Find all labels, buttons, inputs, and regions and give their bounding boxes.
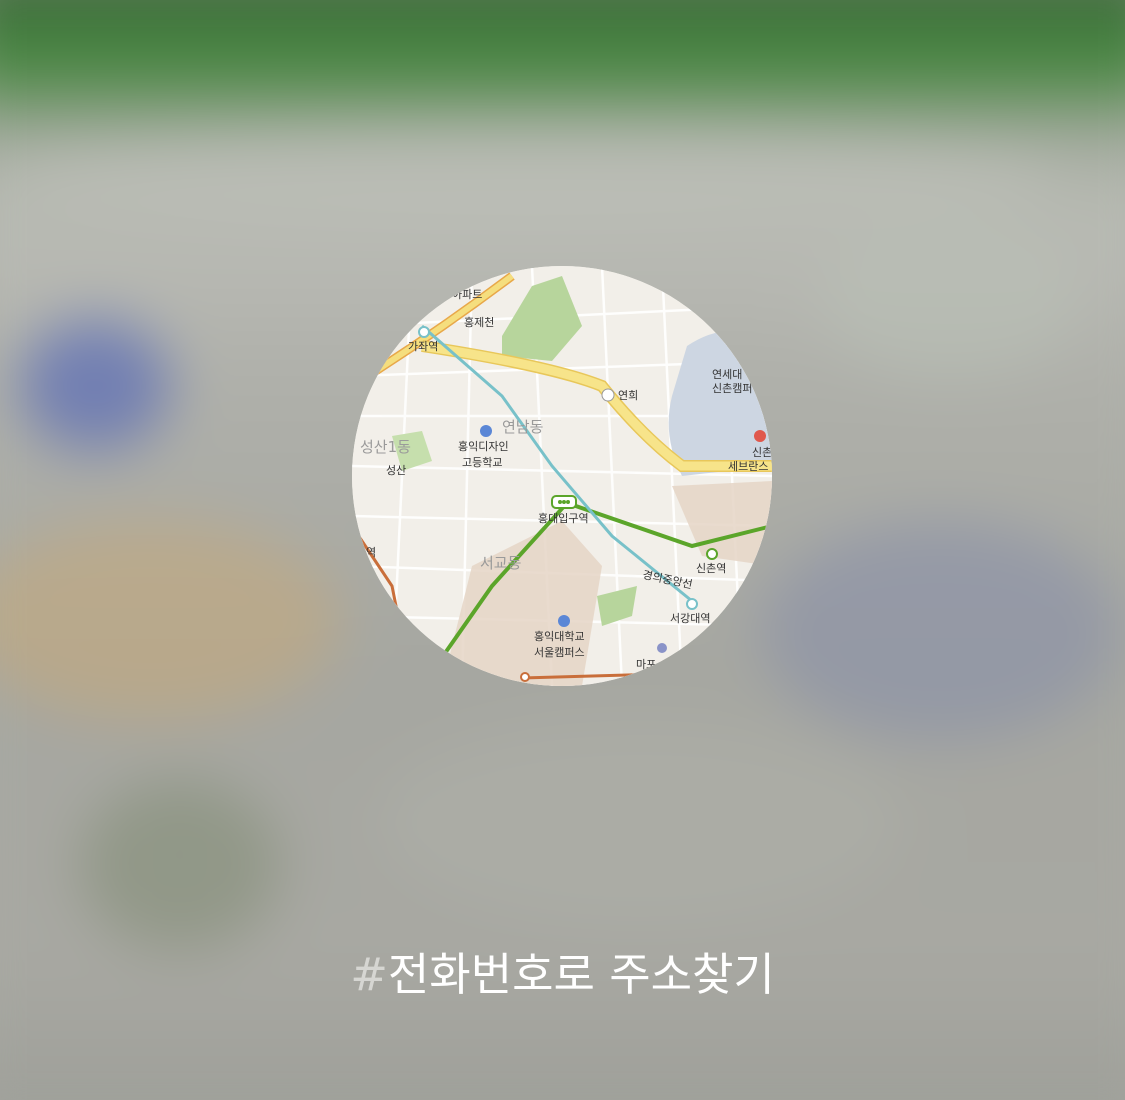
label-seogang-station: 서강대역 <box>670 612 710 625</box>
label-yeonnam-dong: 연남동 <box>502 418 544 436</box>
label-seoul-campus: 서울캠퍼스 <box>534 646 585 659</box>
label-station-partial: 역 <box>366 546 376 559</box>
hashtag-symbol: # <box>350 948 388 1001</box>
label-seongsan: 성산 <box>386 464 406 477</box>
label-high-school: 고등학교 <box>462 456 502 469</box>
map-thumbnail-circle: 아파트 홍제천 가좌역 연희 연세대 신촌캠퍼 연남동 성산1동 성산 홍익디자… <box>352 266 772 686</box>
label-sinchon: 신촌 <box>752 446 772 459</box>
label-seongsan1-dong: 성산1동 <box>360 438 411 456</box>
label-hongjecheon: 홍제천 <box>464 315 494 329</box>
label-yonsei: 연세대 <box>712 368 742 381</box>
caption-text: 전화번호로 주소찾기 <box>387 948 775 1001</box>
label-hongik-design: 홍익디자인 <box>458 439 509 453</box>
label-seogyo-dong: 서교동 <box>480 554 522 572</box>
label-yeonhui: 연희 <box>618 389 638 402</box>
map-image: 아파트 홍제천 가좌역 연희 연세대 신촌캠퍼 연남동 성산1동 성산 홍익디자… <box>352 266 772 686</box>
caption-title: #전화번호로 주소찾기 <box>0 938 1125 1003</box>
label-sinchon-campus: 신촌캠퍼 <box>712 382 752 395</box>
blurred-background-screen: 아파트 홍제천 가좌역 연희 연세대 신촌캠퍼 연남동 성산1동 성산 홍익디자… <box>0 0 1125 1100</box>
label-sinchon-station: 신촌역 <box>696 562 726 575</box>
label-hongik-univ: 홍익대학교 <box>534 629 585 643</box>
label-gajwa-station: 가좌역 <box>408 340 438 353</box>
label-hongik-station: 홍대입구역 <box>538 511 589 525</box>
label-severance: 세브란스 <box>728 460 768 473</box>
